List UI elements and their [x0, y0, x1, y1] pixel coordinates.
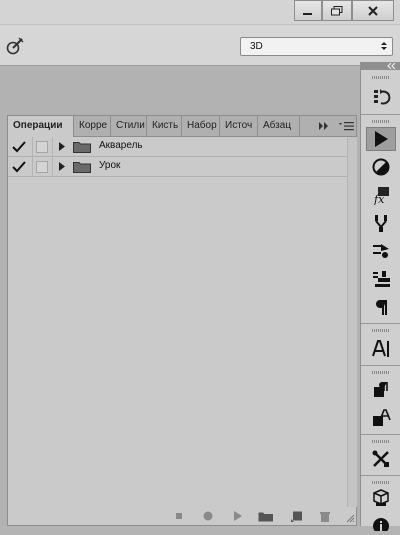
tab-actions[interactable]: Операции [8, 116, 74, 137]
brush-icon [373, 244, 389, 258]
dock-button-styles[interactable]: fx [366, 183, 396, 207]
tab-brush-presets-label: Набор [187, 120, 217, 131]
svg-text:fx: fx [373, 193, 385, 205]
folder-icon [73, 142, 91, 153]
dock-button-info[interactable] [366, 511, 396, 535]
paragraph-icon [376, 300, 387, 315]
folder-icon[interactable] [258, 511, 274, 523]
dialog-toggle-box[interactable] [36, 141, 48, 153]
3d-icon [373, 489, 389, 506]
double-chevron-left-icon[interactable] [387, 63, 397, 69]
dock-button-paragraph[interactable] [366, 295, 396, 319]
close-button[interactable] [352, 0, 394, 21]
dock-button-brush-presets[interactable] [366, 211, 396, 235]
dock-button-clone-source[interactable] [366, 267, 396, 291]
expand-triangle-icon[interactable] [58, 162, 66, 171]
clone-source-icon [373, 271, 390, 287]
panel-tab-bar: Операции Корре Стили Кисть Набор Источ А… [8, 116, 356, 137]
info-icon [373, 517, 389, 531]
tab-clone-source[interactable]: Источ [220, 116, 258, 136]
minimize-icon [303, 12, 312, 15]
tab-brush-presets[interactable]: Набор [182, 116, 220, 136]
tab-styles[interactable]: Стили [111, 116, 147, 136]
action-set-label: Урок [99, 160, 121, 171]
resize-grip-icon[interactable] [346, 514, 355, 523]
actions-panel: Операции Корре Стили Кисть Набор Источ А… [7, 115, 357, 526]
minimize-button[interactable] [294, 0, 322, 21]
folder-icon [73, 162, 91, 173]
brush-tool-icon[interactable] [5, 36, 25, 56]
dock-button-brush[interactable] [366, 239, 396, 263]
tab-adjustments-label: Корре [79, 120, 108, 131]
dock-button-tools[interactable] [366, 447, 396, 471]
tab-adjustments[interactable]: Корре [74, 116, 111, 136]
dock-button-history[interactable] [366, 85, 396, 109]
dock-button-character-styles[interactable] [366, 406, 396, 430]
panel-dock: fx [360, 70, 400, 531]
tab-brush[interactable]: Кисть [147, 116, 182, 136]
history-icon [374, 89, 391, 105]
panel-menu-icon[interactable] [339, 121, 355, 131]
restore-button[interactable] [322, 0, 352, 21]
actions-play-icon [375, 131, 388, 147]
tab-brush-label: Кисть [152, 120, 179, 131]
brush-presets-icon [375, 215, 387, 232]
tab-paragraph[interactable]: Абзац [258, 116, 300, 136]
dock-button-character[interactable] [366, 336, 396, 360]
panel-scrollbar[interactable] [347, 137, 357, 507]
tab-clone-source-label: Источ [225, 120, 253, 131]
restore-icon [331, 5, 343, 15]
action-set-row[interactable]: Урок [8, 157, 348, 177]
dock-button-paragraph-styles[interactable] [366, 378, 396, 402]
character-styles-icon [373, 409, 391, 426]
trash-icon[interactable] [319, 511, 331, 523]
play-icon[interactable] [232, 511, 244, 523]
tools-icon [372, 450, 389, 467]
character-icon [372, 340, 389, 357]
tab-paragraph-label: Абзац [263, 120, 292, 131]
checkmark-icon[interactable] [11, 140, 27, 154]
expand-triangle-icon[interactable] [58, 142, 66, 151]
panel-footer [8, 508, 356, 526]
preset-select[interactable]: 3D [240, 37, 393, 56]
close-icon [368, 5, 378, 16]
record-icon[interactable] [202, 511, 214, 523]
dock-button-3d[interactable] [366, 486, 396, 510]
preset-select-value: 3D [250, 41, 263, 52]
dock-button-adjustments[interactable] [366, 155, 396, 179]
dialog-toggle-box[interactable] [36, 161, 48, 173]
tab-styles-label: Стили [116, 120, 145, 131]
tab-actions-label: Операции [13, 120, 63, 131]
action-set-label: Акварель [99, 140, 143, 151]
options-bar: 3D [0, 24, 400, 66]
adjustments-icon [372, 158, 390, 176]
select-arrows-icon [381, 42, 387, 50]
styles-fx-icon: fx [373, 187, 389, 205]
double-chevron-right-icon[interactable] [318, 121, 330, 131]
paragraph-styles-icon [374, 382, 388, 397]
dock-button-actions[interactable] [366, 127, 396, 151]
stop-icon[interactable] [174, 511, 184, 521]
new-action-icon[interactable] [290, 511, 304, 523]
action-set-row[interactable]: Акварель [8, 137, 348, 157]
checkmark-icon[interactable] [11, 160, 27, 174]
dock-header[interactable] [360, 62, 400, 70]
